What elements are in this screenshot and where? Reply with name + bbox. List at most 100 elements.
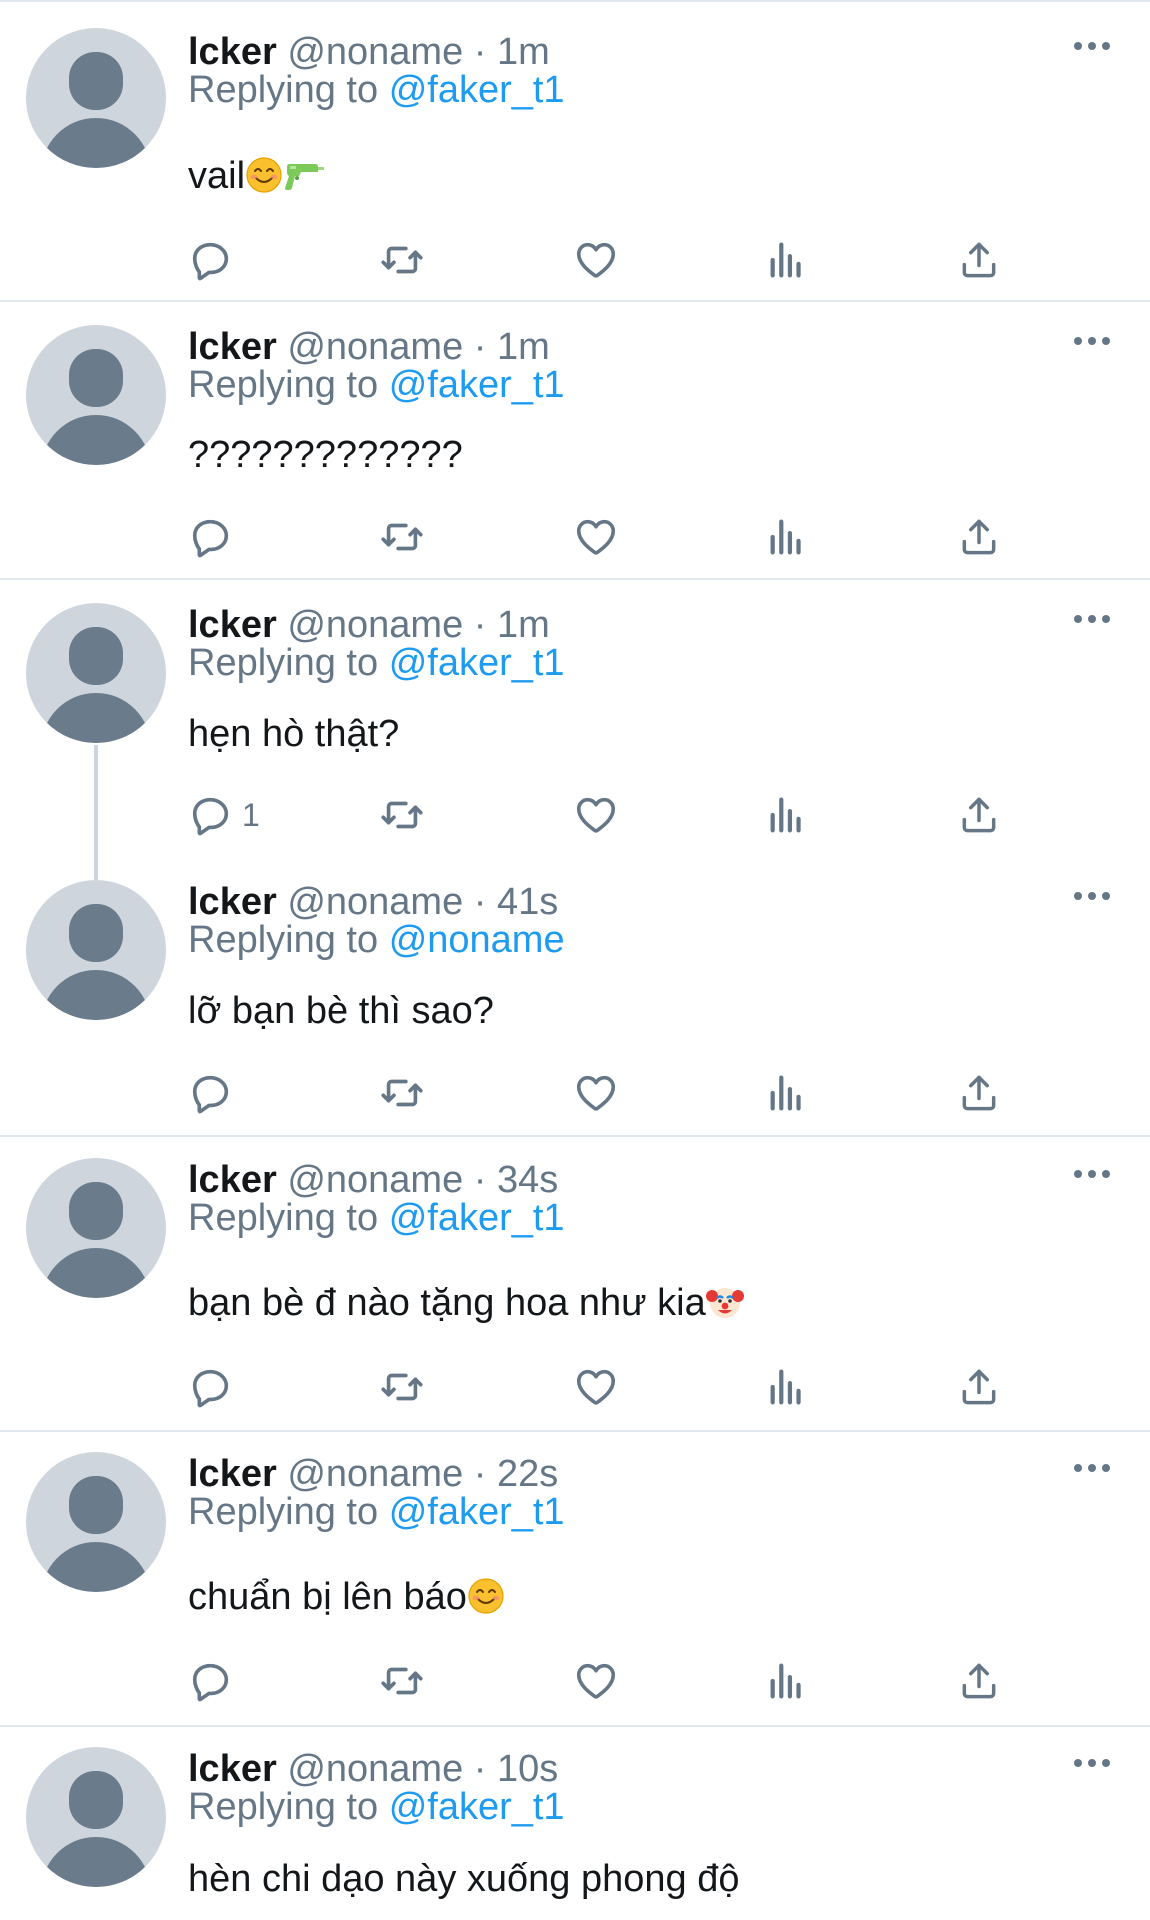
retweet-button[interactable] (378, 1068, 426, 1118)
like-button[interactable] (573, 235, 619, 285)
mention-link[interactable]: @faker_t1 (389, 642, 565, 684)
author-name[interactable]: lcker (188, 1453, 277, 1495)
tweet-text: hẹn hò thật? (188, 711, 399, 757)
tweet-actions (0, 1656, 1150, 1706)
share-button[interactable] (957, 1656, 1001, 1706)
timestamp[interactable]: 10s (497, 1748, 558, 1790)
tweet-actions (0, 512, 1150, 562)
like-icon (573, 514, 619, 560)
replying-to-label: Replying to (188, 919, 379, 961)
views-button[interactable] (768, 1362, 808, 1412)
more-options-button[interactable] (1072, 1757, 1112, 1769)
replying-to-label: Replying to (188, 364, 379, 406)
views-button[interactable] (768, 512, 808, 562)
share-button[interactable] (957, 790, 1001, 840)
retweet-button[interactable] (378, 1362, 426, 1412)
more-options-button[interactable] (1072, 1168, 1112, 1180)
retweet-button[interactable] (378, 790, 426, 840)
share-button[interactable] (957, 512, 1001, 562)
views-button[interactable] (768, 790, 808, 840)
avatar[interactable] (26, 325, 166, 465)
replying-to: Replying to @noname (188, 918, 565, 962)
avatar[interactable] (26, 1158, 166, 1298)
retweet-button[interactable] (378, 512, 426, 562)
more-options-icon (1072, 890, 1112, 902)
timestamp[interactable]: 1m (497, 326, 550, 368)
more-options-icon (1072, 40, 1112, 52)
more-options-button[interactable] (1072, 613, 1112, 625)
avatar[interactable] (26, 1747, 166, 1887)
author-handle[interactable]: @noname (287, 604, 463, 646)
tweet-divider (0, 1430, 1150, 1432)
replying-to-label: Replying to (188, 642, 379, 684)
avatar[interactable] (26, 603, 166, 743)
share-icon (957, 792, 1001, 838)
author-handle[interactable]: @noname (287, 1159, 463, 1201)
timestamp[interactable]: 1m (497, 604, 550, 646)
author-handle[interactable]: @noname (287, 326, 463, 368)
mention-link[interactable]: @faker_t1 (389, 69, 565, 111)
tweet-actions (0, 1068, 1150, 1118)
reply-button[interactable]: 1 (188, 790, 260, 840)
like-button[interactable] (573, 1068, 619, 1118)
author-name[interactable]: lcker (188, 881, 277, 923)
views-icon (768, 1658, 808, 1704)
more-options-button[interactable] (1072, 1462, 1112, 1474)
author-handle[interactable]: @noname (287, 1748, 463, 1790)
share-button[interactable] (957, 235, 1001, 285)
share-button[interactable] (957, 1068, 1001, 1118)
reply-button[interactable] (188, 1362, 234, 1412)
mention-link[interactable]: @faker_t1 (389, 1197, 565, 1239)
author-handle[interactable]: @noname (287, 1453, 463, 1495)
like-button[interactable] (573, 512, 619, 562)
replying-to: Replying to @faker_t1 (188, 68, 565, 112)
author-name[interactable]: lcker (188, 31, 277, 73)
reply-button[interactable] (188, 235, 234, 285)
avatar-head (69, 1771, 123, 1829)
like-button[interactable] (573, 790, 619, 840)
author-handle[interactable]: @noname (287, 31, 463, 73)
retweet-button[interactable] (378, 235, 426, 285)
timestamp[interactable]: 1m (497, 31, 550, 73)
author-name[interactable]: lcker (188, 326, 277, 368)
avatar[interactable] (26, 1452, 166, 1592)
meta-separator: · (473, 1159, 487, 1201)
timestamp[interactable]: 34s (497, 1159, 558, 1201)
mention-link[interactable]: @faker_t1 (389, 1786, 565, 1828)
timestamp[interactable]: 22s (497, 1453, 558, 1495)
views-button[interactable] (768, 1656, 808, 1706)
avatar[interactable] (26, 28, 166, 168)
avatar-body (41, 1248, 151, 1298)
like-button[interactable] (573, 1362, 619, 1412)
author-name[interactable]: lcker (188, 604, 277, 646)
tweet-divider (0, 1135, 1150, 1137)
timestamp[interactable]: 41s (497, 881, 558, 923)
views-button[interactable] (768, 1068, 808, 1118)
tweet-text: chuẩn bị lên báo (188, 1574, 505, 1626)
more-options-button[interactable] (1072, 890, 1112, 902)
avatar-head (69, 52, 123, 110)
replying-to-label: Replying to (188, 1786, 379, 1828)
share-button[interactable] (957, 1362, 1001, 1412)
author-name[interactable]: lcker (188, 1748, 277, 1790)
author-name[interactable]: lcker (188, 1159, 277, 1201)
views-icon (768, 514, 808, 560)
views-button[interactable] (768, 235, 808, 285)
share-icon (957, 514, 1001, 560)
mention-link[interactable]: @faker_t1 (389, 364, 565, 406)
more-options-button[interactable] (1072, 335, 1112, 347)
mention-link[interactable]: @noname (389, 919, 565, 961)
tweet-text-body: hẹn hò thật? (188, 713, 400, 755)
reply-button[interactable] (188, 512, 234, 562)
tweet-text: ????????????? (188, 432, 463, 478)
replying-to-label: Replying to (188, 69, 379, 111)
smiling-face-emoji (245, 156, 283, 205)
retweet-button[interactable] (378, 1656, 426, 1706)
more-options-button[interactable] (1072, 40, 1112, 52)
reply-button[interactable] (188, 1068, 234, 1118)
like-button[interactable] (573, 1656, 619, 1706)
reply-button[interactable] (188, 1656, 234, 1706)
avatar[interactable] (26, 880, 166, 1020)
author-handle[interactable]: @noname (287, 881, 463, 923)
mention-link[interactable]: @faker_t1 (389, 1491, 565, 1533)
